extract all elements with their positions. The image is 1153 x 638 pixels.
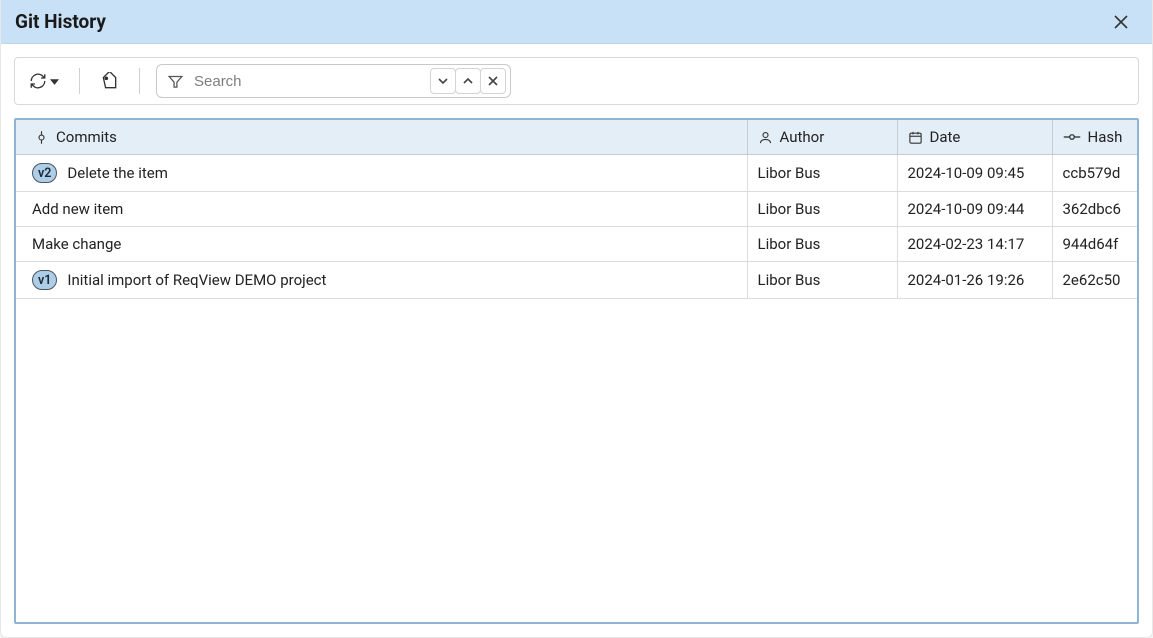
commit-message: Make change — [32, 235, 121, 253]
hash-cell: 362dbc6 — [1052, 192, 1137, 227]
author-cell: Libor Bus — [747, 262, 897, 299]
column-label: Date — [930, 128, 961, 146]
titlebar: Git History — [1, 0, 1152, 44]
search-prev-button[interactable] — [455, 68, 481, 94]
commit-message: Add new item — [32, 200, 123, 218]
close-button[interactable] — [1104, 5, 1138, 39]
toolbar — [14, 57, 1139, 105]
column-label: Author — [780, 128, 825, 146]
content-area: Commits Author — [1, 44, 1152, 637]
date-cell: 2024-10-09 09:45 — [897, 155, 1052, 192]
hash-icon — [1063, 131, 1081, 143]
table-row[interactable]: Make change Libor Bus2024-02-23 14:17944d… — [16, 227, 1137, 262]
date-cell: 2024-01-26 19:26 — [897, 262, 1052, 299]
hash-cell: 2e62c50 — [1052, 262, 1137, 299]
version-tag: v1 — [32, 270, 57, 290]
hash-cell: ccb579d — [1052, 155, 1137, 192]
table-row[interactable]: Add new item Libor Bus2024-10-09 09:44362… — [16, 192, 1137, 227]
search-clear-button[interactable] — [480, 68, 506, 94]
table-row[interactable]: v1 Initial import of ReqView DEMO project… — [16, 262, 1137, 299]
column-header-hash[interactable]: Hash — [1052, 120, 1137, 155]
toolbar-divider — [79, 68, 80, 94]
column-label: Hash — [1088, 128, 1123, 146]
version-tag: v2 — [32, 163, 57, 183]
commit-cell: Make change — [16, 227, 747, 262]
column-header-commits[interactable]: Commits — [16, 120, 747, 155]
commit-cell: v1 Initial import of ReqView DEMO project — [16, 262, 747, 299]
author-cell: Libor Bus — [747, 227, 897, 262]
author-cell: Libor Bus — [747, 192, 897, 227]
git-history-window: Git History — [0, 0, 1153, 638]
author-cell: Libor Bus — [747, 155, 897, 192]
chevron-down-icon — [437, 75, 449, 87]
calendar-icon — [908, 130, 923, 145]
table-empty-area — [16, 299, 1137, 622]
chevron-up-icon — [462, 75, 474, 87]
commit-message: Delete the item — [67, 164, 168, 182]
close-icon — [1113, 14, 1129, 30]
refresh-button[interactable] — [25, 66, 63, 96]
refresh-icon — [29, 72, 47, 90]
person-icon — [758, 130, 773, 145]
column-header-date[interactable]: Date — [897, 120, 1052, 155]
tag-button[interactable] — [96, 66, 123, 96]
table-row[interactable]: v2 Delete the item Libor Bus2024-10-09 09:… — [16, 155, 1137, 192]
date-cell: 2024-10-09 09:44 — [897, 192, 1052, 227]
toolbar-divider — [139, 68, 140, 94]
search-box — [156, 64, 511, 98]
commit-message: Initial import of ReqView DEMO project — [67, 271, 326, 289]
close-icon — [487, 75, 499, 87]
filter-icon — [167, 73, 184, 90]
hash-cell: 944d64f — [1052, 227, 1137, 262]
commit-cell: v2 Delete the item — [16, 155, 747, 192]
chevron-down-icon — [50, 77, 59, 86]
column-header-author[interactable]: Author — [747, 120, 897, 155]
search-next-button[interactable] — [430, 68, 456, 94]
search-input[interactable] — [192, 72, 422, 91]
commit-cell: Add new item — [16, 192, 747, 227]
date-cell: 2024-02-23 14:17 — [897, 227, 1052, 262]
column-label: Commits — [56, 128, 117, 146]
tag-icon — [100, 72, 119, 91]
window-title: Git History — [15, 10, 1104, 33]
commits-table: Commits Author — [16, 120, 1137, 299]
commits-table-wrap: Commits Author — [14, 118, 1139, 624]
commit-icon — [34, 130, 49, 145]
